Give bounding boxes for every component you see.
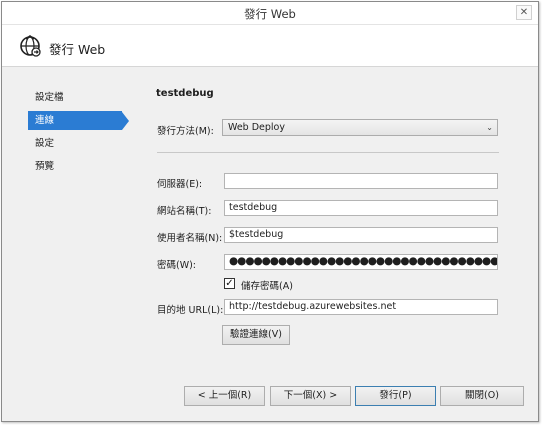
close-button[interactable]: 關閉(O) <box>440 386 524 406</box>
publish-web-dialog: 發行 Web ✕ 發行 Web 設定檔 連線 設定 預覽 testdebug 發… <box>1 1 539 422</box>
header-title: 發行 Web <box>49 42 106 57</box>
publish-button[interactable]: 發行(P) <box>355 386 436 406</box>
dialog-header: 發行 Web <box>2 25 538 67</box>
sidebar-item-connection[interactable]: 連線 <box>28 111 122 130</box>
server-label: 伺服器(E): <box>157 179 203 190</box>
password-field[interactable]: ●●●●●●●●●●●●●●●●●●●●●●●●●●●●●●●●●●●●●●●●… <box>224 254 498 270</box>
password-label: 密碼(W): <box>157 260 197 271</box>
window-title: 發行 Web <box>244 7 296 21</box>
destination-url-field[interactable]: http://testdebug.azurewebsites.net <box>224 299 498 315</box>
close-window-button[interactable]: ✕ <box>516 5 532 20</box>
title-bar: 發行 Web ✕ <box>2 2 538 25</box>
destination-url-label: 目的地 URL(L): <box>157 305 224 316</box>
sidebar-item-preview[interactable]: 預覽 <box>28 157 122 176</box>
save-password-label: 儲存密碼(A) <box>241 281 293 292</box>
publish-method-select[interactable]: Web Deploy ⌄ <box>222 119 498 136</box>
site-name-label: 網站名稱(T): <box>157 206 212 217</box>
username-label: 使用者名稱(N): <box>157 233 223 244</box>
publish-method-value: Web Deploy <box>228 122 285 133</box>
previous-button[interactable]: < 上一個(R) <box>184 386 265 406</box>
validate-connection-button[interactable]: 驗證連線(V) <box>222 325 290 345</box>
server-field[interactable] <box>224 173 498 189</box>
site-name-field[interactable]: testdebug <box>224 200 498 216</box>
section-divider <box>157 152 499 153</box>
username-field[interactable]: $testdebug <box>224 227 498 243</box>
sidebar-item-settings[interactable]: 設定 <box>28 134 122 153</box>
globe-publish-icon <box>20 35 41 57</box>
profile-name: testdebug <box>156 88 214 99</box>
chevron-down-icon: ⌄ <box>486 123 493 132</box>
next-button[interactable]: 下一個(X) > <box>270 386 351 406</box>
sidebar-item-profile[interactable]: 設定檔 <box>28 88 122 107</box>
save-password-checkbox[interactable]: ✓ <box>224 278 235 289</box>
publish-method-label: 發行方法(M): <box>157 126 214 137</box>
active-item-arrow <box>122 112 129 130</box>
